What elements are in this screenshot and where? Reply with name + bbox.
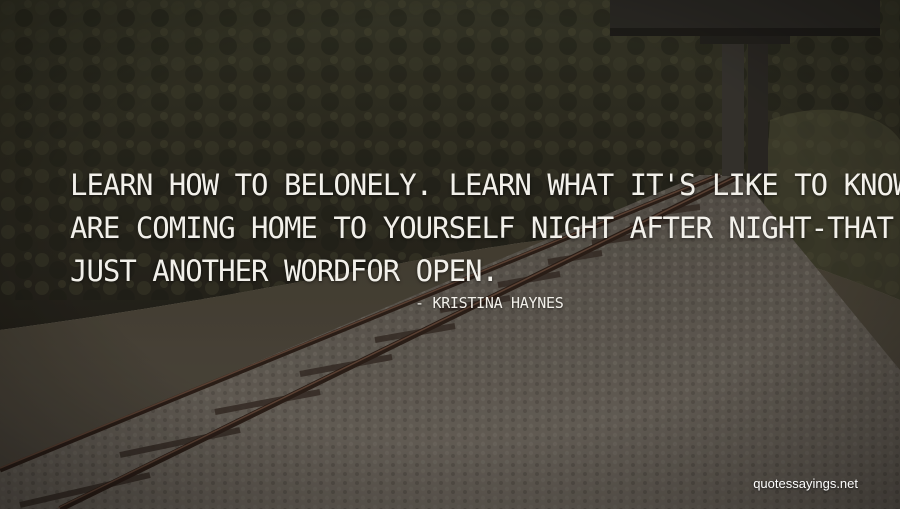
quote-line-3: JUST ANOTHER WORDFOR OPEN. xyxy=(70,254,499,288)
quote-line-2: ARE COMING HOME TO YOURSELF NIGHT AFTER … xyxy=(70,211,900,245)
quote-line-1: LEARN HOW TO BELONELY. LEARN WHAT IT'S L… xyxy=(70,168,900,202)
site-watermark: quotessayings.net xyxy=(753,476,858,491)
quote-author: - KRISTINA HAYNES xyxy=(415,294,564,312)
quote-image: LEARN HOW TO BELONELY. LEARN WHAT IT'S L… xyxy=(0,0,900,509)
